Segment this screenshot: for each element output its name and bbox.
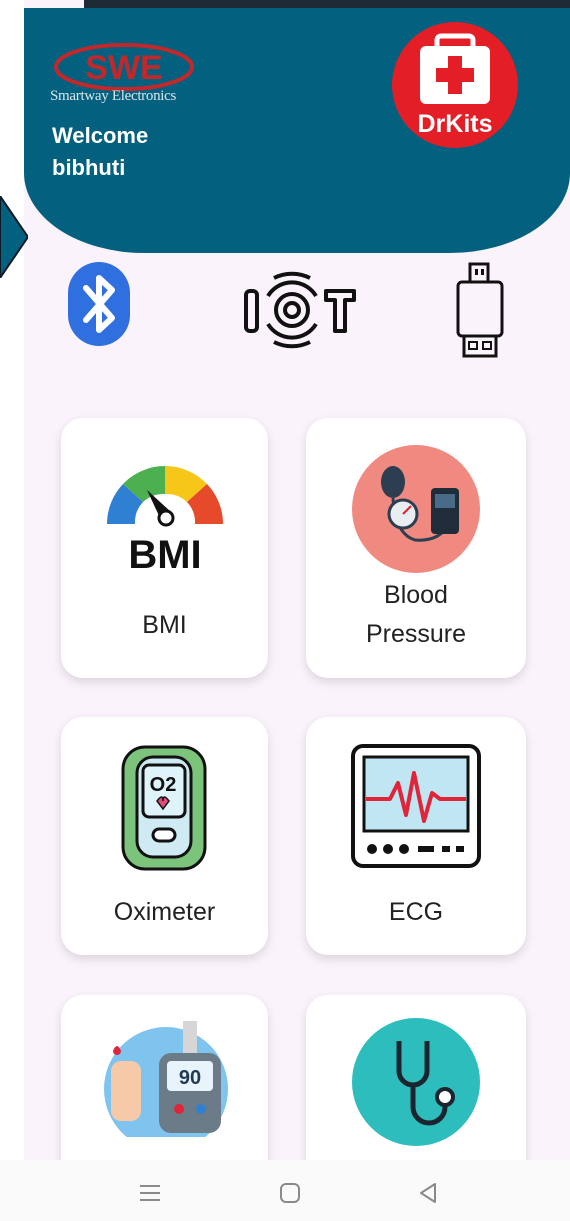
- ecg-monitor-icon: [351, 744, 481, 868]
- welcome-block: Welcome bibhuti: [52, 120, 148, 184]
- oximeter-badge: O2: [150, 774, 177, 796]
- drkits-badge: DrKits: [417, 110, 492, 138]
- home-icon[interactable]: [278, 1180, 302, 1206]
- glucometer-icon: 90: [104, 1021, 228, 1137]
- blood-pressure-icon: [352, 445, 480, 573]
- user-name: bibhuti: [52, 155, 126, 180]
- tile-bmi-label: BMI: [142, 611, 187, 639]
- tile-ecg-label: ECG: [388, 898, 444, 926]
- bmi-badge: BMI: [128, 533, 201, 572]
- tile-ecg[interactable]: ECG: [306, 717, 526, 955]
- drkits-logo[interactable]: DrKits: [390, 20, 520, 150]
- tile-oximeter[interactable]: O2 Oximeter: [61, 717, 268, 955]
- tile-oximeter-label: Oximeter: [113, 898, 216, 926]
- tile-bmi[interactable]: BMI BMI: [61, 418, 268, 678]
- brand-name: Smartway Electronics: [50, 88, 177, 104]
- back-icon[interactable]: [416, 1180, 440, 1206]
- welcome-text: Welcome: [52, 123, 149, 148]
- menu-icon[interactable]: [138, 1180, 162, 1206]
- brand-mark: SWE: [85, 49, 162, 87]
- drawer-handle-icon[interactable]: [0, 196, 28, 278]
- status-bar: [84, 0, 570, 8]
- tile-blood-pressure[interactable]: Blood Pressure: [306, 418, 526, 678]
- stethoscope-icon: [352, 1018, 480, 1146]
- tile-blood-pressure-label: Blood Pressure: [365, 581, 467, 648]
- usb-icon[interactable]: [454, 262, 506, 358]
- glucometer-badge: 90: [179, 1067, 201, 1089]
- oximeter-icon: O2: [121, 745, 207, 871]
- bmi-gauge-icon: BMI: [107, 466, 223, 572]
- iot-icon[interactable]: [240, 266, 360, 352]
- bluetooth-icon[interactable]: [66, 260, 132, 348]
